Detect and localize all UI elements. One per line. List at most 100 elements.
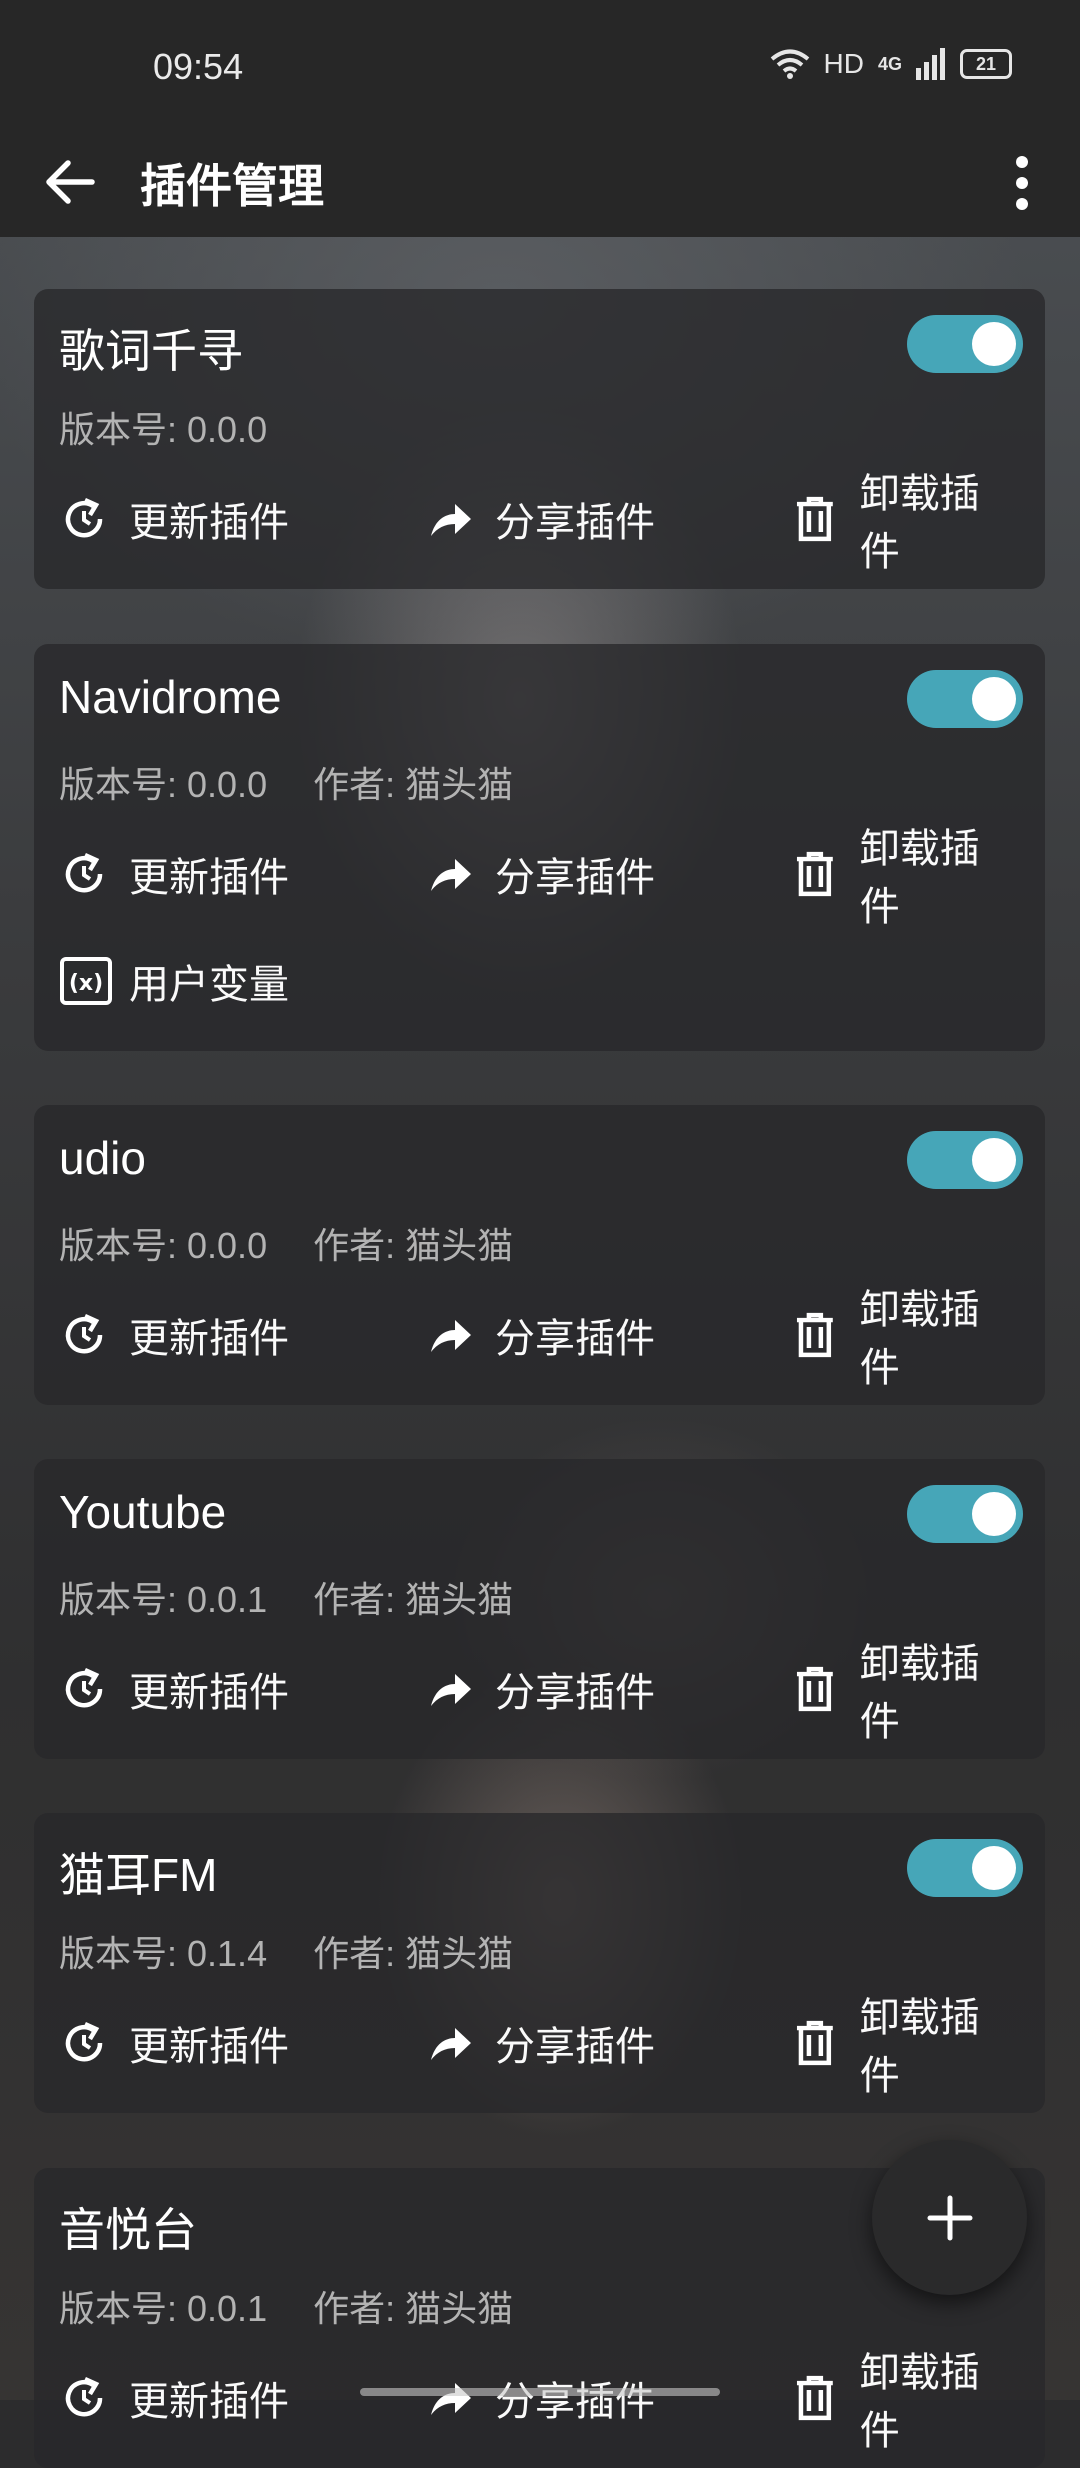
plugin-meta: 版本号: 0.0.0 作者: 猫头猫 [59,756,549,808]
plugin-name: udio [59,1132,146,1184]
update-label: 更新插件 [129,1317,289,1361]
version-label: 版本号: 0.0.0 [59,409,268,450]
plugin-card: 歌词千寻 版本号: 0.0.0 更新插件 分享插件 卸载插件 [34,289,1045,589]
plugin-enable-toggle[interactable] [907,1485,1023,1543]
plugin-meta: 版本号: 0.0.0 作者: 猫头猫 [59,1217,549,1269]
plugin-name: 音悦台 [59,2204,197,2256]
uninstall-label: 卸载插件 [859,1996,980,2098]
arrow-left-icon[interactable] [40,152,100,212]
refresh-icon [65,497,103,538]
share-plugin-button[interactable]: 分享插件 [425,844,655,904]
update-plugin-button[interactable]: 更新插件 [59,489,289,549]
plugin-meta: 版本号: 0.0.0 [59,401,303,453]
share-plugin-button[interactable]: 分享插件 [425,2368,655,2428]
share-plugin-button[interactable]: 分享插件 [425,1305,655,1365]
author-label: 作者: 猫头猫 [313,1933,514,1974]
uninstall-plugin-button[interactable]: 卸载插件 [790,1642,1019,1744]
trash-icon [796,851,833,897]
author-label: 作者: 猫头猫 [313,1579,514,1620]
update-label: 更新插件 [129,856,289,900]
plugin-actions: 更新插件 分享插件 卸载插件 [59,2351,1019,2453]
share-arrow-icon [431,1674,471,1706]
add-plugin-button[interactable] [872,2140,1027,2295]
refresh-icon [65,1313,103,1354]
plugin-enable-toggle[interactable] [907,1839,1023,1897]
refresh-icon [65,2021,103,2062]
uninstall-label: 卸载插件 [859,2351,980,2453]
gesture-nav-bar[interactable] [360,2388,720,2396]
update-plugin-button[interactable]: 更新插件 [59,844,289,904]
update-plugin-button[interactable]: 更新插件 [59,1305,289,1365]
update-label: 更新插件 [129,2380,289,2424]
uninstall-plugin-button[interactable]: 卸载插件 [790,1288,1019,1390]
plugin-card: Navidrome 版本号: 0.0.0 作者: 猫头猫 更新插件 分享插件 卸… [34,644,1045,1051]
network-type: 4G [877,53,902,74]
uninstall-label: 卸载插件 [859,1288,980,1390]
uninstall-plugin-button[interactable]: 卸载插件 [790,472,1019,574]
share-label: 分享插件 [495,856,655,900]
update-plugin-button[interactable]: 更新插件 [59,2368,289,2428]
share-label: 分享插件 [495,501,655,545]
plugin-meta: 版本号: 0.0.1 作者: 猫头猫 [59,2280,549,2332]
share-arrow-icon [431,2028,471,2060]
trash-icon [796,1666,833,1712]
plus-icon [927,2195,972,2240]
status-time: 09:54 [153,46,244,87]
update-plugin-button[interactable]: 更新插件 [59,1659,289,1719]
uninstall-label: 卸载插件 [859,827,980,929]
share-label: 分享插件 [495,2380,655,2424]
plugin-name: 歌词千寻 [59,325,243,377]
author-label: 作者: 猫头猫 [313,2288,514,2329]
plugin-enable-toggle[interactable] [907,1131,1023,1189]
version-label: 版本号: 0.0.0 [59,1225,268,1266]
share-label: 分享插件 [495,1671,655,1715]
version-label: 版本号: 0.1.4 [59,1933,268,1974]
plugin-card: Youtube 版本号: 0.0.1 作者: 猫头猫 更新插件 分享插件 卸载插… [34,1459,1045,1759]
share-plugin-button[interactable]: 分享插件 [425,1659,655,1719]
refresh-icon [65,2376,103,2417]
update-label: 更新插件 [129,501,289,545]
status-icons: HD 4G 21 [770,48,1012,80]
share-label: 分享插件 [495,2025,655,2069]
plugin-card: udio 版本号: 0.0.0 作者: 猫头猫 更新插件 分享插件 卸载插件 [34,1105,1045,1405]
status-bar: 09:54 HD 4G 21 [0,0,1080,130]
plugin-name: Youtube [59,1486,227,1538]
version-label: 版本号: 0.0.0 [59,764,268,805]
plugin-meta: 版本号: 0.1.4 作者: 猫头猫 [59,1925,549,1977]
uninstall-plugin-button[interactable]: 卸载插件 [790,1996,1019,2098]
plugin-name: Navidrome [59,671,282,723]
plugin-actions: 更新插件 分享插件 卸载插件 [59,1996,1019,2098]
battery-indicator: 21 [960,49,1012,79]
trash-icon [796,1312,833,1358]
share-arrow-icon [431,1320,471,1352]
page-title: 插件管理 [140,160,324,212]
share-arrow-icon [431,2383,471,2415]
svg-text:(x): (x) [69,971,103,996]
more-vertical-icon[interactable] [992,150,1052,216]
update-label: 更新插件 [129,2025,289,2069]
plugin-actions: 更新插件 分享插件 卸载插件 [59,472,1019,574]
trash-icon [796,2375,833,2421]
user-variables-button[interactable]: (x) 用户变量 [59,952,289,1010]
share-plugin-button[interactable]: 分享插件 [425,2013,655,2073]
wifi-icon [770,49,809,79]
app-bar: 插件管理 [0,130,1080,237]
uninstall-plugin-button[interactable]: 卸载插件 [790,2351,1019,2453]
signal-icon [916,48,945,80]
share-arrow-icon [431,504,471,536]
uninstall-label: 卸载插件 [859,472,980,574]
plugin-enable-toggle[interactable] [907,315,1023,373]
refresh-icon [65,1667,103,1708]
uninstall-plugin-button[interactable]: 卸载插件 [790,827,1019,929]
user-variables-label: 用户变量 [129,963,289,1007]
plugin-enable-toggle[interactable] [907,670,1023,728]
plugin-name: 猫耳FM [59,1849,218,1901]
plugin-meta: 版本号: 0.0.1 作者: 猫头猫 [59,1571,549,1623]
update-label: 更新插件 [129,1671,289,1715]
trash-icon [796,2020,833,2066]
plugin-card: 猫耳FM 版本号: 0.1.4 作者: 猫头猫 更新插件 分享插件 卸载插件 [34,1813,1045,2113]
share-arrow-icon [431,859,471,891]
update-plugin-button[interactable]: 更新插件 [59,2013,289,2073]
trash-icon [796,496,833,542]
share-plugin-button[interactable]: 分享插件 [425,489,655,549]
